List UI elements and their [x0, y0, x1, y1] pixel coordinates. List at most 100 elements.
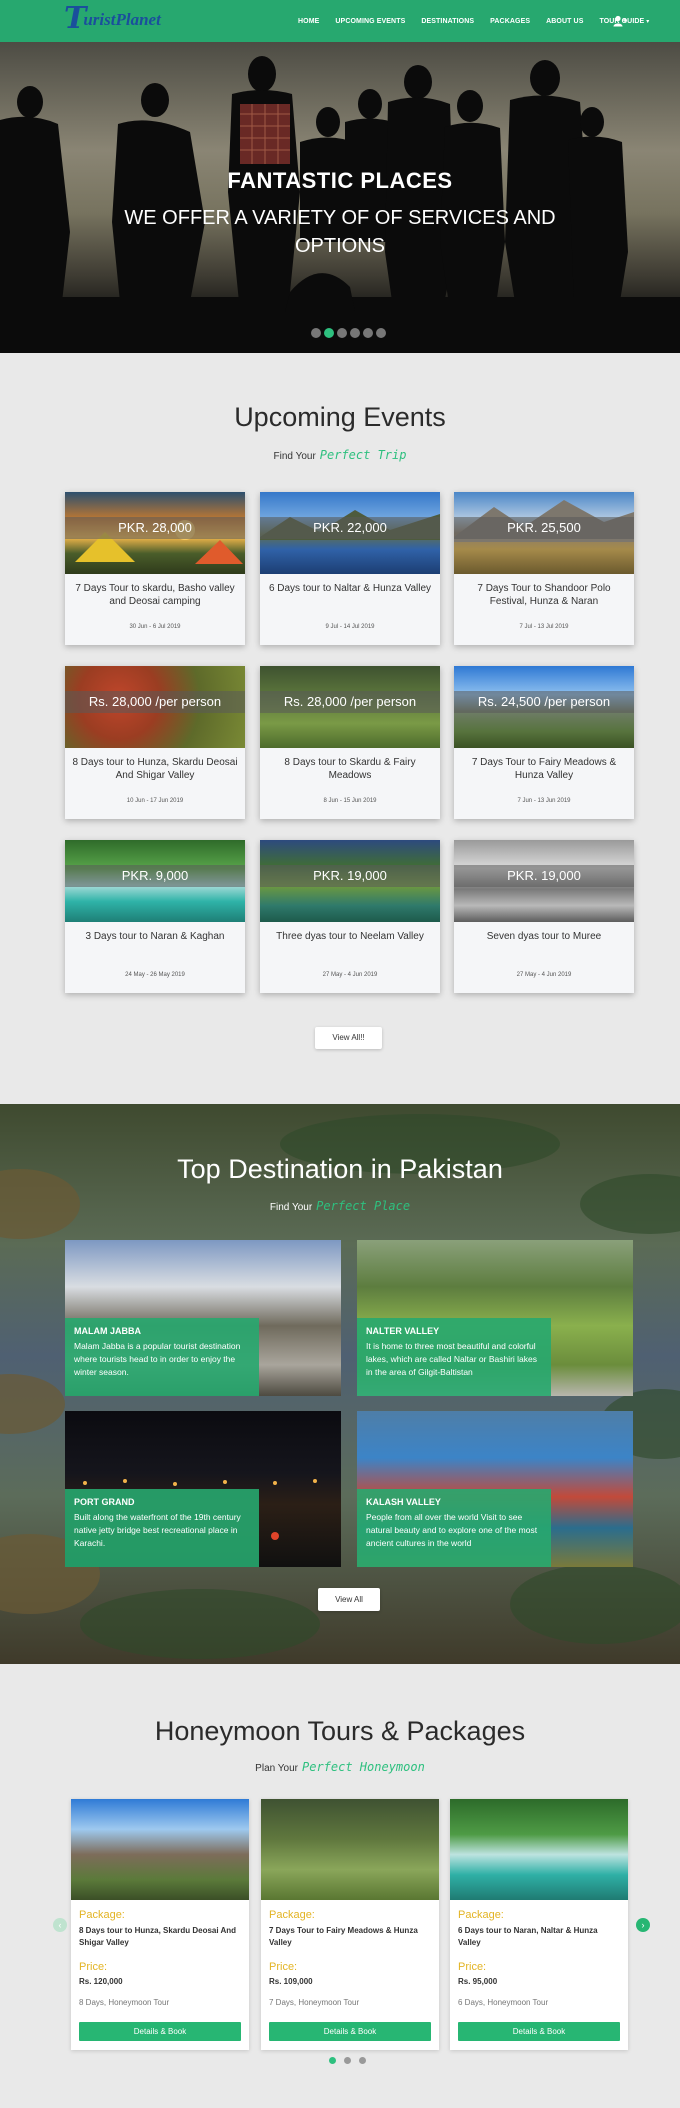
page: T uristPlanet HOME UPCOMING EVENTS DESTI…: [0, 0, 680, 2108]
nav-item-destinations[interactable]: DESTINATIONS: [421, 18, 474, 25]
destinations-sub-prefix: Find Your: [269, 1202, 313, 1213]
carousel-prev-button[interactable]: ‹: [53, 1918, 67, 1932]
event-card[interactable]: PKR. 19,000 Seven dyas tour to Muree 27 …: [454, 840, 634, 993]
event-title[interactable]: 8 Days tour to Skardu & Fairy Meadows: [266, 756, 434, 782]
honeymoon-pagination: [329, 2057, 366, 2064]
events-title: Upcoming Events: [234, 402, 446, 432]
destination-description: Built along the waterfront of the 19th c…: [74, 1512, 241, 1548]
honeymoon-title: Honeymoon Tours & Packages: [154, 1716, 526, 1746]
event-card[interactable]: PKR. 25,500 7 Days Tour to Shandoor Polo…: [454, 492, 634, 645]
event-image: PKR. 9,000: [65, 840, 245, 922]
destination-description: People from all over the world Visit to …: [366, 1512, 538, 1548]
package-meta: 6 Days, Honeymoon Tour: [458, 1998, 549, 2007]
event-title[interactable]: 6 Days tour to Naltar & Hunza Valley: [266, 582, 434, 595]
honeymoon-card[interactable]: Package: 6 Days tour to Naran, Naltar & …: [450, 1799, 628, 2050]
chevron-left-icon: ‹: [58, 1920, 62, 1930]
honeymoon-sub-highlight: Perfect Honeymoon: [302, 1760, 425, 1774]
event-price: PKR. 22,000: [260, 517, 440, 539]
event-price: Rs. 24,500 /per person: [454, 691, 634, 713]
main-menu: HOME UPCOMING EVENTS DESTINATIONS PACKAG…: [298, 0, 665, 42]
event-card[interactable]: Rs. 28,000 /per person 8 Days tour to Hu…: [65, 666, 245, 819]
user-add-icon[interactable]: [613, 15, 627, 27]
package-image: [450, 1799, 628, 1900]
package-label: Package:: [458, 1909, 504, 1921]
slider-dot[interactable]: [337, 328, 347, 338]
carousel-dot[interactable]: [359, 2057, 366, 2064]
event-title[interactable]: 7 Days Tour to skardu, Basho valley and …: [71, 582, 239, 608]
event-image: PKR. 19,000: [260, 840, 440, 922]
event-title[interactable]: Seven dyas tour to Muree: [460, 930, 628, 943]
honeymoon-card[interactable]: Package: 8 Days tour to Hunza, Skardu De…: [71, 1799, 249, 2050]
package-meta: 7 Days, Honeymoon Tour: [269, 1998, 360, 2007]
event-title[interactable]: 7 Days Tour to Shandoor Polo Festival, H…: [460, 582, 628, 608]
nav-item-upcoming-events[interactable]: UPCOMING EVENTS: [335, 18, 405, 25]
event-card[interactable]: PKR. 28,000 7 Days Tour to skardu, Basho…: [65, 492, 245, 645]
event-date: 10 Jun - 17 Jun 2019: [126, 798, 184, 804]
slider-dot[interactable]: [376, 328, 386, 338]
hero-title: FANTASTIC PLACES: [227, 168, 453, 193]
event-date: 30 Jun - 6 Jul 2019: [129, 624, 181, 630]
details-book-button[interactable]: Details & Book: [79, 2022, 241, 2041]
destination-card[interactable]: PORT GRAND Built along the waterfront of…: [65, 1411, 341, 1567]
view-all-events-button[interactable]: View All!!: [315, 1027, 382, 1049]
package-image: [261, 1799, 439, 1900]
carousel-next-button[interactable]: ›: [636, 1918, 650, 1932]
event-card[interactable]: PKR. 9,000 3 Days tour to Naran & Kaghan…: [65, 840, 245, 993]
event-date: 7 Jun - 13 Jun 2019: [517, 798, 571, 804]
event-card[interactable]: PKR. 19,000 Three dyas tour to Neelam Va…: [260, 840, 440, 993]
event-date: 27 May - 4 Jun 2019: [322, 972, 378, 978]
event-date: 8 Jun - 15 Jun 2019: [323, 798, 377, 804]
nav-item-home[interactable]: HOME: [298, 18, 319, 25]
destination-card[interactable]: MALAM JABBA Malam Jabba is a popular tou…: [65, 1240, 341, 1396]
navbar: T uristPlanet HOME UPCOMING EVENTS DESTI…: [0, 0, 680, 42]
events-sub-highlight: Perfect Trip: [319, 448, 407, 462]
destinations-sub-highlight: Perfect Place: [316, 1199, 411, 1213]
event-card[interactable]: Rs. 24,500 /per person 7 Days Tour to Fa…: [454, 666, 634, 819]
event-price: Rs. 28,000 /per person: [260, 691, 440, 713]
nav-item-packages[interactable]: PACKAGES: [490, 18, 530, 25]
destination-caption: MALAM JABBA Malam Jabba is a popular tou…: [65, 1318, 259, 1396]
destination-description: Malam Jabba is a popular tourist destina…: [74, 1341, 241, 1377]
package-meta: 8 Days, Honeymoon Tour: [79, 1998, 170, 2007]
package-image: [71, 1799, 249, 1900]
carousel-dot-active[interactable]: [329, 2057, 336, 2064]
slider-dot-active[interactable]: [324, 328, 334, 338]
honeymoon-card[interactable]: Package: 7 Days Tour to Fairy Meadows & …: [261, 1799, 439, 2050]
destination-caption: KALASH VALLEY People from all over the w…: [357, 1489, 551, 1567]
event-image: Rs. 24,500 /per person: [454, 666, 634, 748]
event-card[interactable]: PKR. 22,000 6 Days tour to Naltar & Hunz…: [260, 492, 440, 645]
view-all-destinations-button[interactable]: View All: [318, 1588, 380, 1611]
event-image: PKR. 22,000: [260, 492, 440, 574]
destination-caption: PORT GRAND Built along the waterfront of…: [65, 1489, 259, 1567]
carousel-dot[interactable]: [344, 2057, 351, 2064]
nav-item-about-us[interactable]: ABOUT US: [546, 18, 583, 25]
destination-caption: NALTER VALLEY It is home to three most b…: [357, 1318, 551, 1396]
event-date: 27 May - 4 Jun 2019: [516, 972, 572, 978]
event-card[interactable]: Rs. 28,000 /per person 8 Days tour to Sk…: [260, 666, 440, 819]
event-title[interactable]: Three dyas tour to Neelam Valley: [266, 930, 434, 943]
details-book-button[interactable]: Details & Book: [269, 2022, 431, 2041]
package-name: 7 Days Tour to Fairy Meadows & Hunza Val…: [269, 1926, 418, 1947]
event-image: PKR. 19,000: [454, 840, 634, 922]
destination-name: NALTER VALLEY: [366, 1326, 440, 1336]
package-label: Package:: [79, 1909, 125, 1921]
slider-dot[interactable]: [363, 328, 373, 338]
details-book-button[interactable]: Details & Book: [458, 2022, 620, 2041]
event-title[interactable]: 3 Days tour to Naran & Kaghan: [71, 930, 239, 943]
destination-card[interactable]: KALASH VALLEY People from all over the w…: [357, 1411, 633, 1567]
event-title[interactable]: 7 Days Tour to Fairy Meadows & Hunza Val…: [460, 756, 628, 782]
event-price: PKR. 19,000: [454, 865, 634, 887]
slider-dot[interactable]: [350, 328, 360, 338]
destination-card[interactable]: NALTER VALLEY It is home to three most b…: [357, 1240, 633, 1396]
slider-dot[interactable]: [311, 328, 321, 338]
destination-name: KALASH VALLEY: [366, 1497, 441, 1507]
package-name: 6 Days tour to Naran, Naltar & Hunza Val…: [458, 1926, 598, 1947]
event-price: PKR. 19,000: [260, 865, 440, 887]
hero-silhouette-image: [0, 56, 680, 353]
destination-description: It is home to three most beautiful and c…: [366, 1341, 538, 1377]
honeymoon-sub-prefix: Plan Your: [255, 1763, 298, 1774]
logo-text: uristPlanet: [83, 10, 161, 29]
event-title[interactable]: 8 Days tour to Hunza, Skardu Deosai And …: [71, 756, 239, 782]
logo[interactable]: T uristPlanet: [64, 4, 161, 34]
destinations-title: Top Destination in Pakistan: [177, 1154, 503, 1184]
